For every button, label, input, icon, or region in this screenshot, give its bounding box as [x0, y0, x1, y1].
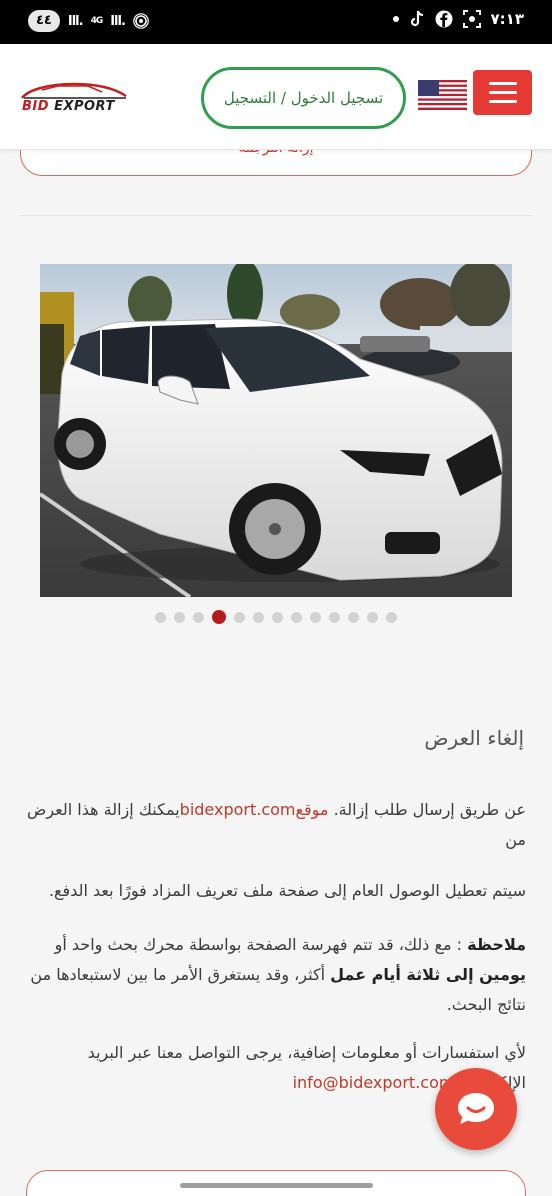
- removal-text-a: عن طريق إرسال طلب إزالة.: [333, 800, 526, 819]
- carousel-dot[interactable]: [253, 611, 264, 623]
- carousel-dot[interactable]: [234, 611, 245, 623]
- menu-line: [488, 82, 517, 85]
- carousel-dot[interactable]: [386, 611, 397, 623]
- site-header: BID EXPORT تسجيل الدخول / التسجيل: [0, 44, 552, 150]
- menu-line: [488, 91, 517, 94]
- gesture-bar: [180, 1183, 373, 1188]
- status-right: ٧:١٣: [392, 10, 524, 28]
- paragraph-disable-access: سيتم تعطيل الوصول العام إلى صفحة ملف تعر…: [48, 881, 526, 900]
- carousel-dot[interactable]: [310, 611, 321, 623]
- facebook-icon: [435, 10, 453, 28]
- section-title: إلغاء العرض: [424, 726, 524, 750]
- note-text-1: : مع ذلك، قد تتم فهرسة الصفحة بواسطة محر…: [54, 935, 463, 954]
- carousel-dot[interactable]: [272, 611, 283, 623]
- carousel-dot[interactable]: [367, 611, 378, 623]
- menu-line: [488, 100, 517, 103]
- carousel-dot-active[interactable]: [212, 610, 226, 624]
- carousel-pagination: [0, 609, 552, 625]
- notification-badge: ٤٤: [28, 10, 60, 32]
- carousel-dot[interactable]: [291, 611, 302, 623]
- car-image: [40, 264, 512, 597]
- login-register-button[interactable]: تسجيل الدخول / التسجيل: [201, 67, 406, 129]
- hotspot-icon: [133, 13, 149, 29]
- note-label: ملاحظة: [467, 935, 526, 954]
- tiktok-icon: [410, 10, 423, 27]
- screenshot-icon: [462, 10, 481, 28]
- status-bar: ٤٤ Ill. 4G Ill. ٧:١٣: [0, 0, 552, 44]
- bidexport-link[interactable]: bidexport.com: [180, 800, 296, 819]
- removal-text-b: موقع: [295, 800, 329, 819]
- signal-icon-2: Ill.: [110, 13, 126, 29]
- us-flag-icon[interactable]: [418, 80, 467, 110]
- chat-button[interactable]: [435, 1068, 517, 1150]
- dot-icon: [392, 16, 399, 22]
- carousel-dot[interactable]: [329, 611, 340, 623]
- logo-text: BID EXPORT: [22, 99, 115, 114]
- note-text-2: أكثر، وقد يستغرق الأمر ما بين: [126, 965, 326, 984]
- paragraph-note: ملاحظة : مع ذلك، قد تتم فهرسة الصفحة بوا…: [26, 930, 526, 1020]
- carousel-dot[interactable]: [155, 611, 166, 623]
- network-label: 4G: [90, 16, 104, 26]
- logo-export: EXPORT: [49, 99, 115, 114]
- hamburger-menu-button[interactable]: [473, 70, 532, 115]
- site-logo[interactable]: BID EXPORT: [18, 80, 130, 116]
- logo-bid: BID: [22, 99, 50, 114]
- chat-icon: [458, 1093, 494, 1124]
- divider: [20, 215, 532, 216]
- paragraph-removal-link: عن طريق إرسال طلب إزالة. موقعbidexport.c…: [26, 795, 526, 855]
- carousel-dot[interactable]: [193, 611, 204, 623]
- carousel-dot[interactable]: [174, 611, 185, 623]
- note-duration: يومين إلى ثلاثة أيام عمل: [330, 965, 526, 984]
- status-left: ٤٤ Ill. 4G Ill.: [28, 10, 149, 32]
- signal-icon: Ill.: [67, 13, 84, 29]
- clock: ٧:١٣: [490, 10, 524, 28]
- carousel-dot[interactable]: [348, 611, 359, 623]
- contact-email-link[interactable]: info@bidexport.com: [293, 1073, 455, 1092]
- car-photo[interactable]: [40, 264, 512, 597]
